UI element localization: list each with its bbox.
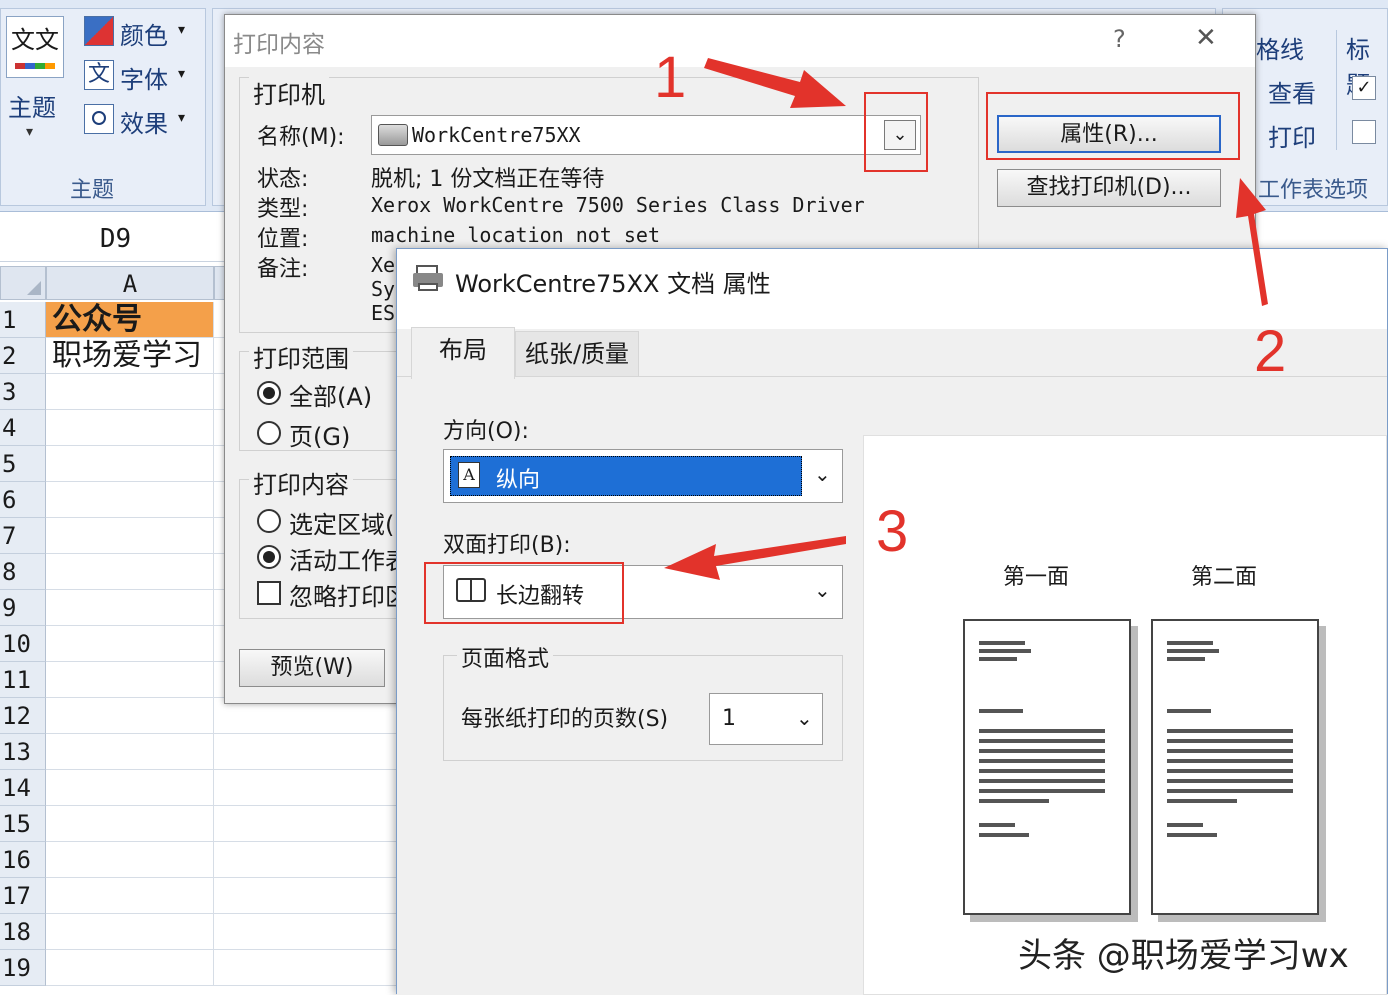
annotation-arrow-1 bbox=[704, 58, 846, 108]
annotation-arrow-2 bbox=[1236, 178, 1268, 306]
watermark-text: 头条 @职场爱学习wx bbox=[1018, 936, 1349, 976]
annotation-arrows bbox=[664, 58, 1268, 580]
annotation-arrow-3 bbox=[664, 536, 846, 580]
